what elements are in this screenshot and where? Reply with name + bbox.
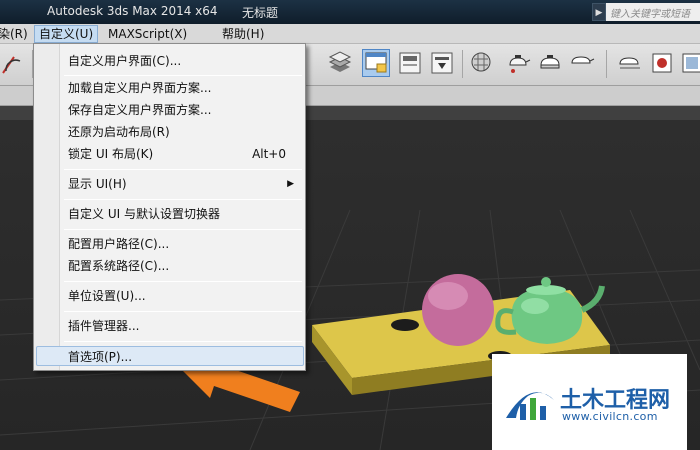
- scene-explorer-icon: [365, 52, 387, 73]
- menu-item-preferences[interactable]: 首选项(P)...: [36, 346, 304, 366]
- menu-separator: [64, 341, 302, 342]
- menu-separator: [64, 229, 302, 230]
- layer-manager-icon[interactable]: [326, 49, 354, 77]
- scene-explorer-button[interactable]: [362, 49, 390, 77]
- menu-separator: [64, 169, 302, 170]
- document-title: 无标题: [242, 6, 279, 20]
- menu-item-show-ui[interactable]: 显示 UI(H) ▶: [68, 174, 302, 194]
- search-input[interactable]: 键入关键字或短语: [606, 3, 700, 21]
- menu-item-load-ui-scheme[interactable]: 加载自定义用户界面方案...: [68, 78, 302, 98]
- menu-rendering[interactable]: 染(R): [0, 26, 32, 42]
- app-title: Autodesk 3ds Max 2014 x64: [47, 4, 218, 18]
- watermark-url: www.civilcn.com: [562, 410, 658, 423]
- menu-bar: 染(R) 自定义(U) MAXScript(X) 帮助(H): [0, 24, 700, 44]
- shortcut-label: Alt+0: [252, 147, 286, 161]
- menu-customize[interactable]: 自定义(U): [34, 25, 99, 43]
- menu-item-revert-layout[interactable]: 还原为启动布局(R): [68, 122, 302, 142]
- menu-item-save-ui-scheme[interactable]: 保存自定义用户界面方案...: [68, 100, 302, 120]
- menu-item-configure-user-paths[interactable]: 配置用户路径(C)...: [68, 234, 302, 254]
- watermark: 土木工程网 www.civilcn.com: [492, 354, 687, 450]
- title-bar: Autodesk 3ds Max 2014 x64 无标题 ▶ 键入关键字或短语: [0, 0, 700, 24]
- menu-item-configure-system-paths[interactable]: 配置系统路径(C)...: [68, 256, 302, 276]
- menu-item-units-setup[interactable]: 单位设置(U)...: [68, 286, 302, 306]
- angle-snap-icon[interactable]: [0, 49, 28, 77]
- menu-maxscript[interactable]: MAXScript(X): [104, 26, 191, 42]
- menu-item-customize-ui[interactable]: 自定义用户界面(C)...: [68, 51, 302, 71]
- menu-item-label: 锁定 UI 布局(K): [68, 147, 154, 161]
- expand-icon[interactable]: ▶: [592, 3, 606, 21]
- civilcn-logo-icon: [506, 392, 554, 420]
- rendered-frame-icon[interactable]: [536, 49, 564, 77]
- menu-separator: [64, 281, 302, 282]
- menu-separator: [64, 311, 302, 312]
- customize-menu: 自定义用户界面(C)... 加载自定义用户界面方案... 保存自定义用户界面方案…: [33, 43, 306, 371]
- menu-item-ui-defaults-switcher[interactable]: 自定义 UI 与默认设置切换器: [68, 204, 302, 224]
- render-iterative-icon[interactable]: [616, 49, 644, 77]
- menu-item-plugin-manager[interactable]: 插件管理器...: [68, 316, 302, 336]
- menu-item-lock-ui-layout[interactable]: 锁定 UI 布局(K) Alt+0: [68, 144, 302, 164]
- render-setup-icon[interactable]: [504, 49, 532, 77]
- ribbon-icon[interactable]: [396, 49, 424, 77]
- material-editor-icon[interactable]: [468, 49, 496, 77]
- menu-help[interactable]: 帮助(H): [218, 26, 268, 42]
- render-preview-icon[interactable]: [680, 49, 700, 77]
- render-production-icon[interactable]: [568, 49, 596, 77]
- curve-editor-icon[interactable]: [428, 49, 456, 77]
- render-window-icon[interactable]: [648, 49, 676, 77]
- menu-separator: [64, 199, 302, 200]
- submenu-arrow-icon: ▶: [287, 179, 294, 189]
- menu-separator: [64, 75, 302, 76]
- menu-item-label: 显示 UI(H): [68, 177, 127, 191]
